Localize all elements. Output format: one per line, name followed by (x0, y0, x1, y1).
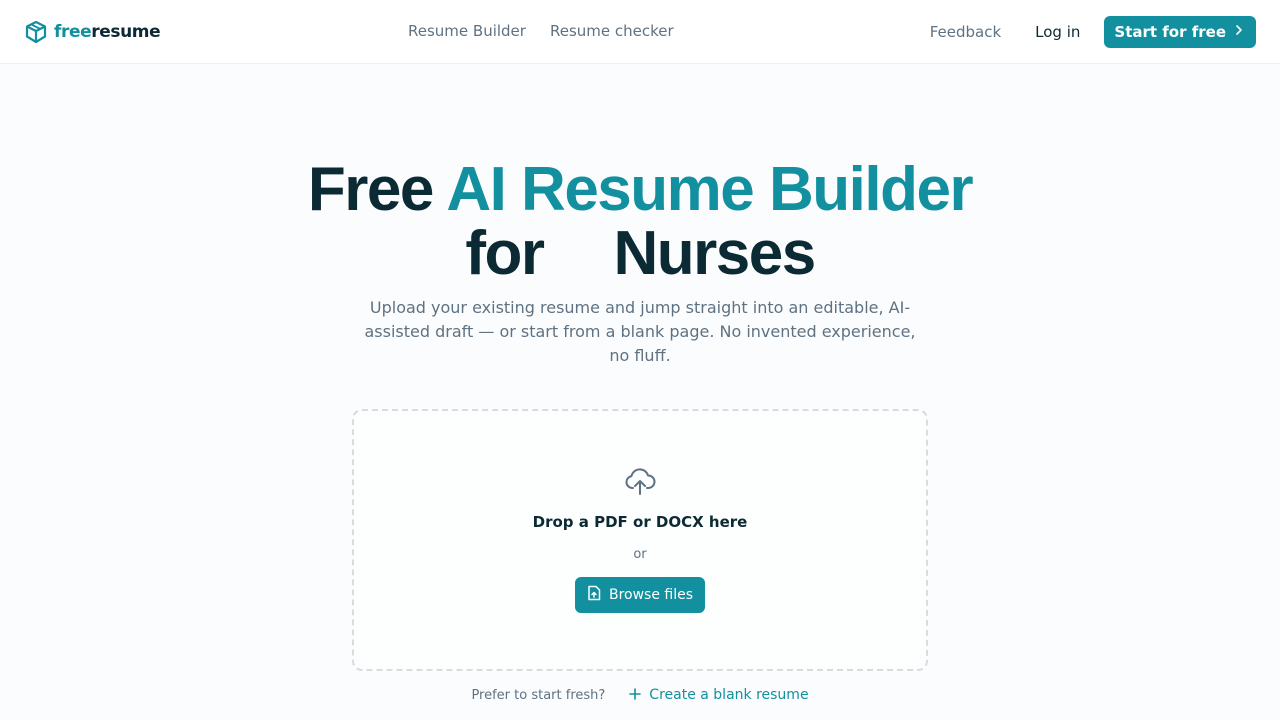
start-fresh-prompt: Prefer to start fresh? (471, 687, 606, 703)
or-separator: or (633, 547, 647, 562)
start-for-free-button[interactable]: Start for free (1104, 16, 1256, 48)
logo-text: freeresume (54, 22, 161, 42)
feedback-link[interactable]: Feedback (930, 23, 1001, 41)
box-logo-icon (24, 20, 48, 44)
nav-link-resume-builder[interactable]: Resume Builder (408, 22, 526, 40)
start-for-free-label: Start for free (1114, 23, 1226, 41)
hero-title-line2: for Nurses (0, 222, 1280, 286)
create-blank-resume-link[interactable]: Create a blank resume (629, 686, 809, 704)
logo-text-resume: resume (91, 22, 161, 42)
main-nav: Resume Builder Resume checker (408, 22, 674, 40)
browse-files-button[interactable]: Browse files (575, 577, 705, 613)
hero-title: Free AI Resume Builder for Nurses (0, 158, 1280, 286)
top-navbar: freeresume Resume Builder Resume checker… (0, 0, 1280, 64)
chevron-right-icon (1234, 24, 1244, 40)
hero-title-free: Free (307, 155, 434, 224)
drop-instructions: Drop a PDF or DOCX here (532, 513, 748, 531)
hero-title-ai-resume-builder: AI Resume Builder (446, 155, 973, 224)
hero-subtitle: Upload your existing resume and jump str… (364, 298, 916, 365)
logo-link[interactable]: freeresume (24, 20, 161, 44)
create-blank-resume-label: Create a blank resume (649, 687, 809, 703)
upload-dropzone[interactable]: Drop a PDF or DOCX here or Browse files (352, 409, 928, 671)
hero-title-for: for (465, 219, 545, 288)
start-fresh-row: Prefer to start fresh? Create a blank re… (0, 686, 1280, 704)
hero-title-nurses: Nurses (613, 219, 816, 288)
cloud-upload-icon (624, 467, 656, 501)
file-upload-icon (587, 585, 601, 605)
nav-actions: Feedback Log in Start for free (930, 16, 1256, 48)
browse-files-label: Browse files (608, 587, 694, 603)
plus-icon (629, 686, 642, 704)
logo-text-free: free (54, 22, 92, 42)
nav-link-resume-checker[interactable]: Resume checker (550, 22, 674, 40)
login-link[interactable]: Log in (1035, 23, 1080, 41)
